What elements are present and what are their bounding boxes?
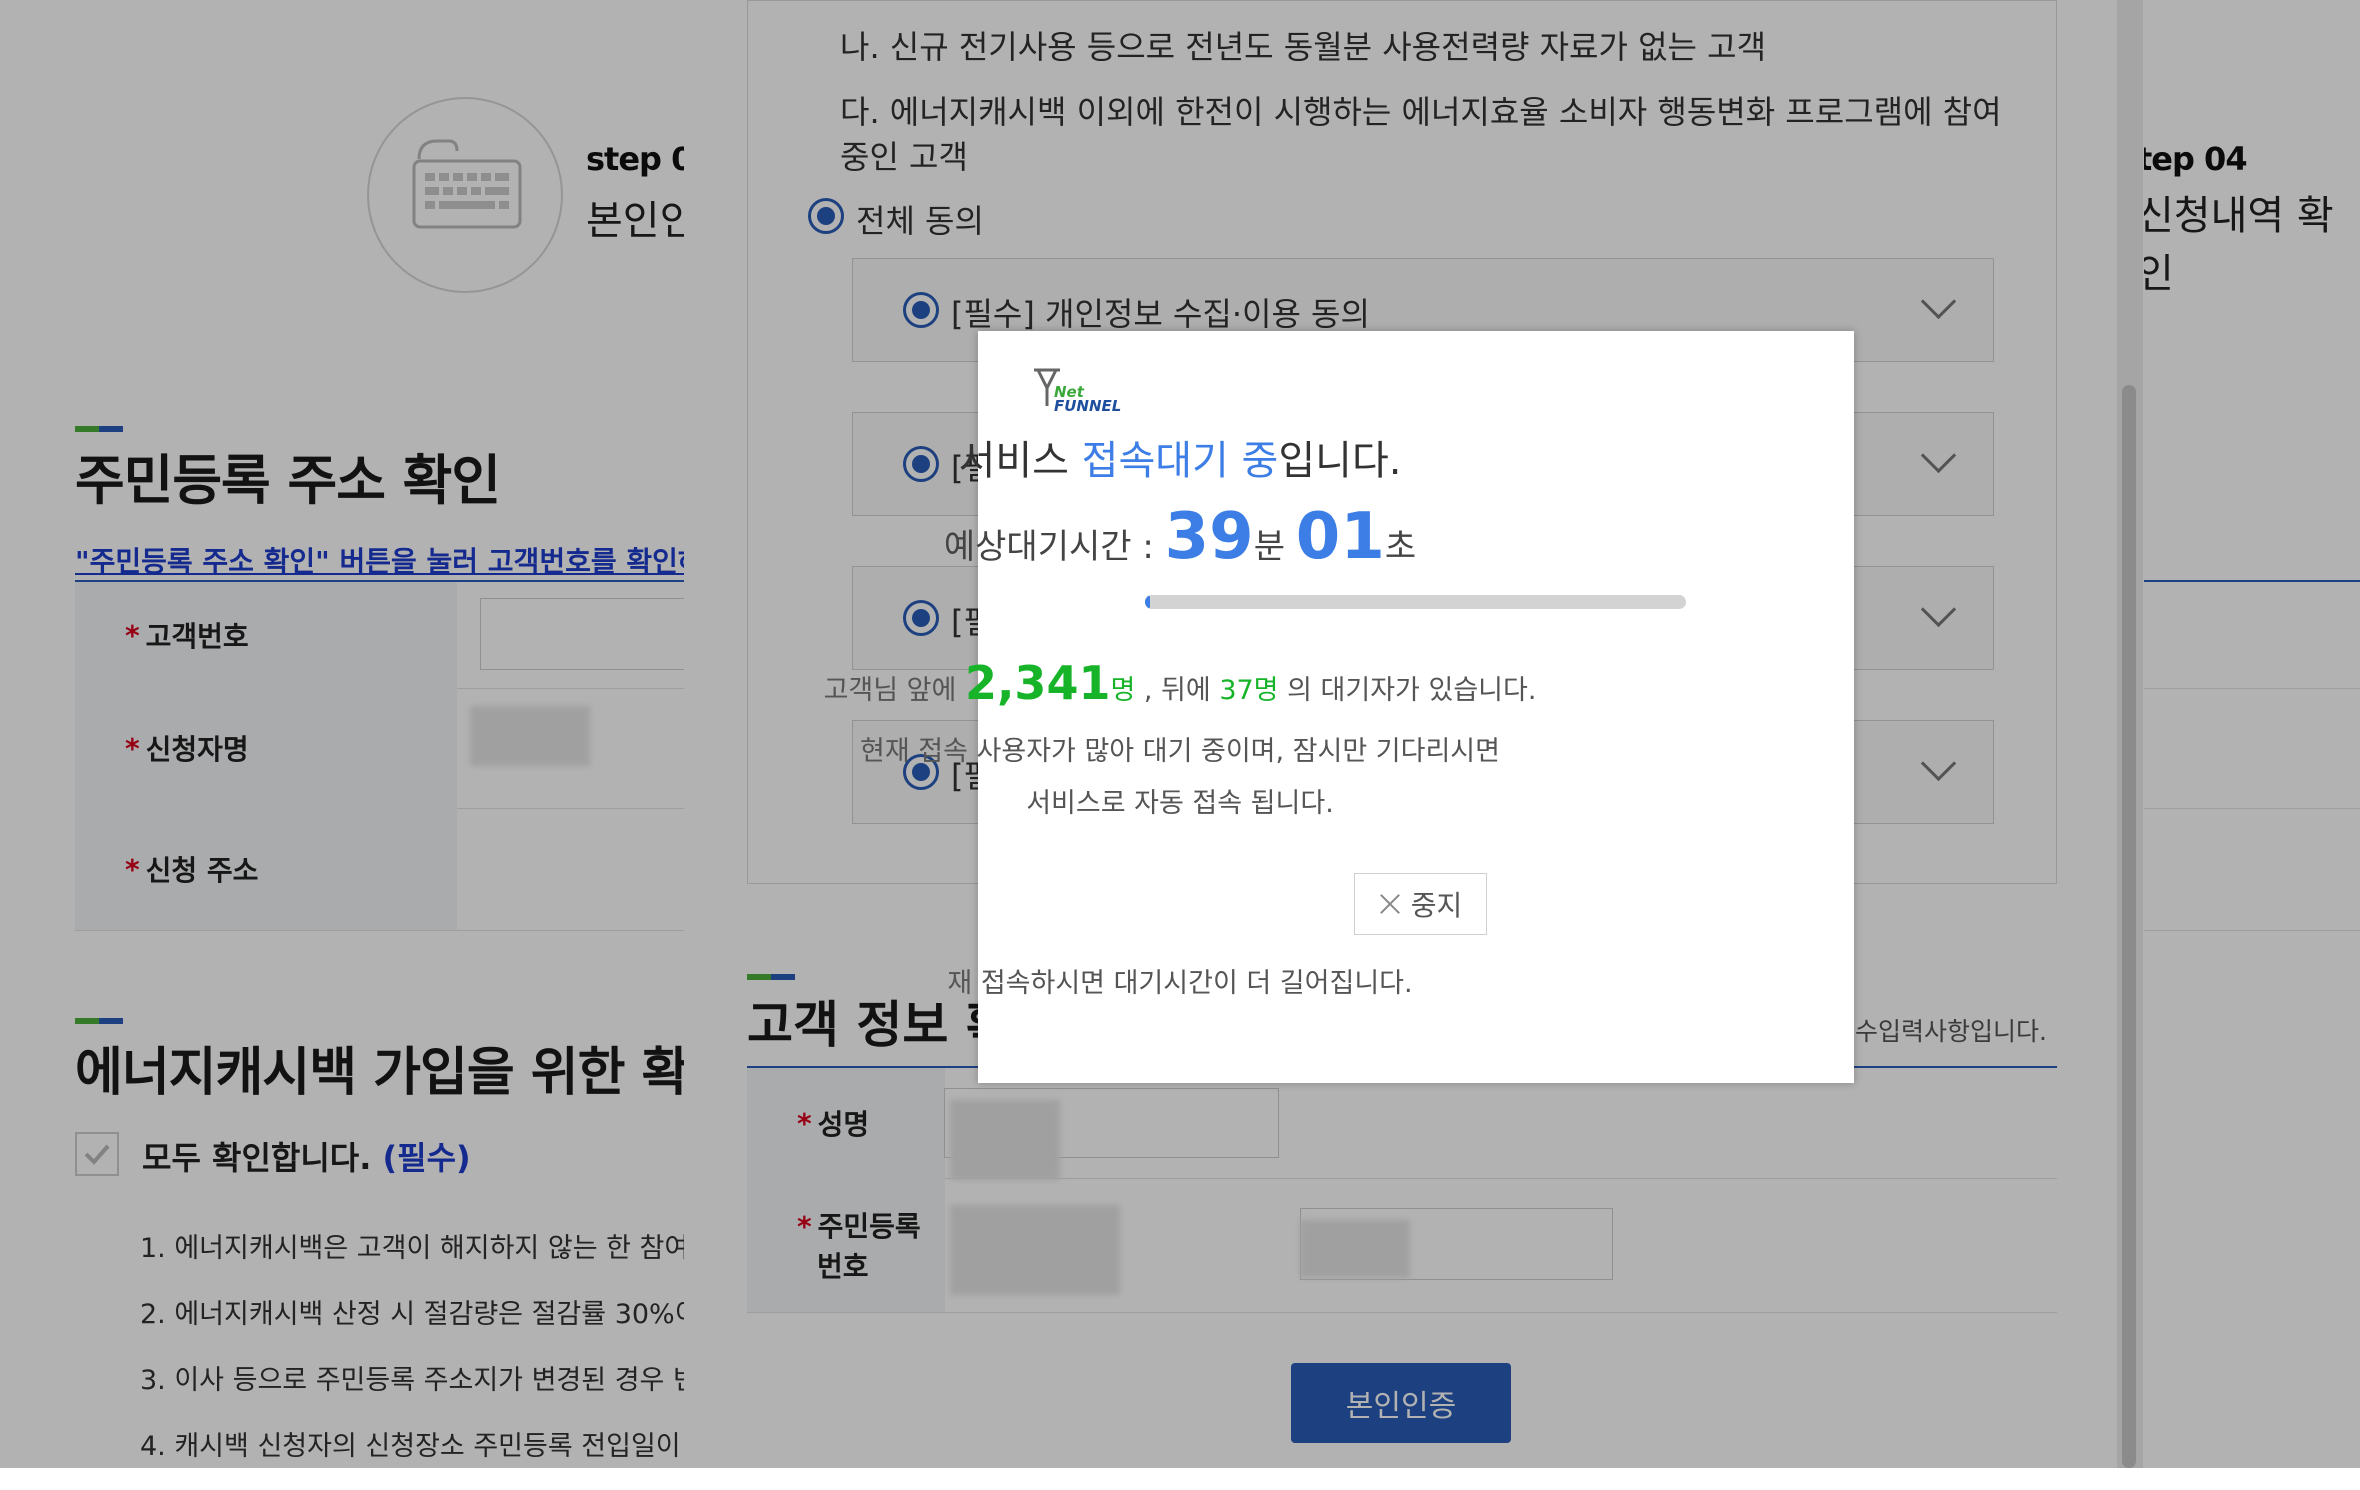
reconnect-note: 재 접속하시면 대기시간이 더 길어집니다. bbox=[947, 968, 1413, 999]
wait-progress-bar bbox=[1145, 595, 1686, 609]
behind-count: 37명 bbox=[1219, 675, 1279, 706]
logo-funnel: FUNNEL bbox=[1054, 397, 1122, 415]
wait-seconds: 01 bbox=[1295, 500, 1385, 574]
close-icon bbox=[1379, 893, 1401, 915]
estimated-wait-time: 예상대기시간 : 39분 01초 bbox=[943, 500, 1417, 574]
ahead-count: 2,341 bbox=[964, 656, 1111, 710]
stop-label: 중지 bbox=[1410, 889, 1463, 922]
queue-count-line: 고객님 앞에 2,341명 , 뒤에 37명 의 대기자가 있습니다. bbox=[823, 656, 1537, 710]
wait-minutes: 39 bbox=[1164, 500, 1254, 574]
waiting-title: 서비스 접속대기 중입니다. bbox=[958, 438, 1402, 484]
notice-line-1: 현재 접속 사용자가 많아 대기 중이며, 잠시만 기다리시면 bbox=[860, 736, 1500, 767]
netfunnel-logo: Net FUNNEL bbox=[1032, 366, 1132, 416]
notice-line-2: 서비스로 자동 접속 됩니다. bbox=[1026, 788, 1334, 819]
stop-button[interactable]: 중지 bbox=[1354, 873, 1487, 935]
